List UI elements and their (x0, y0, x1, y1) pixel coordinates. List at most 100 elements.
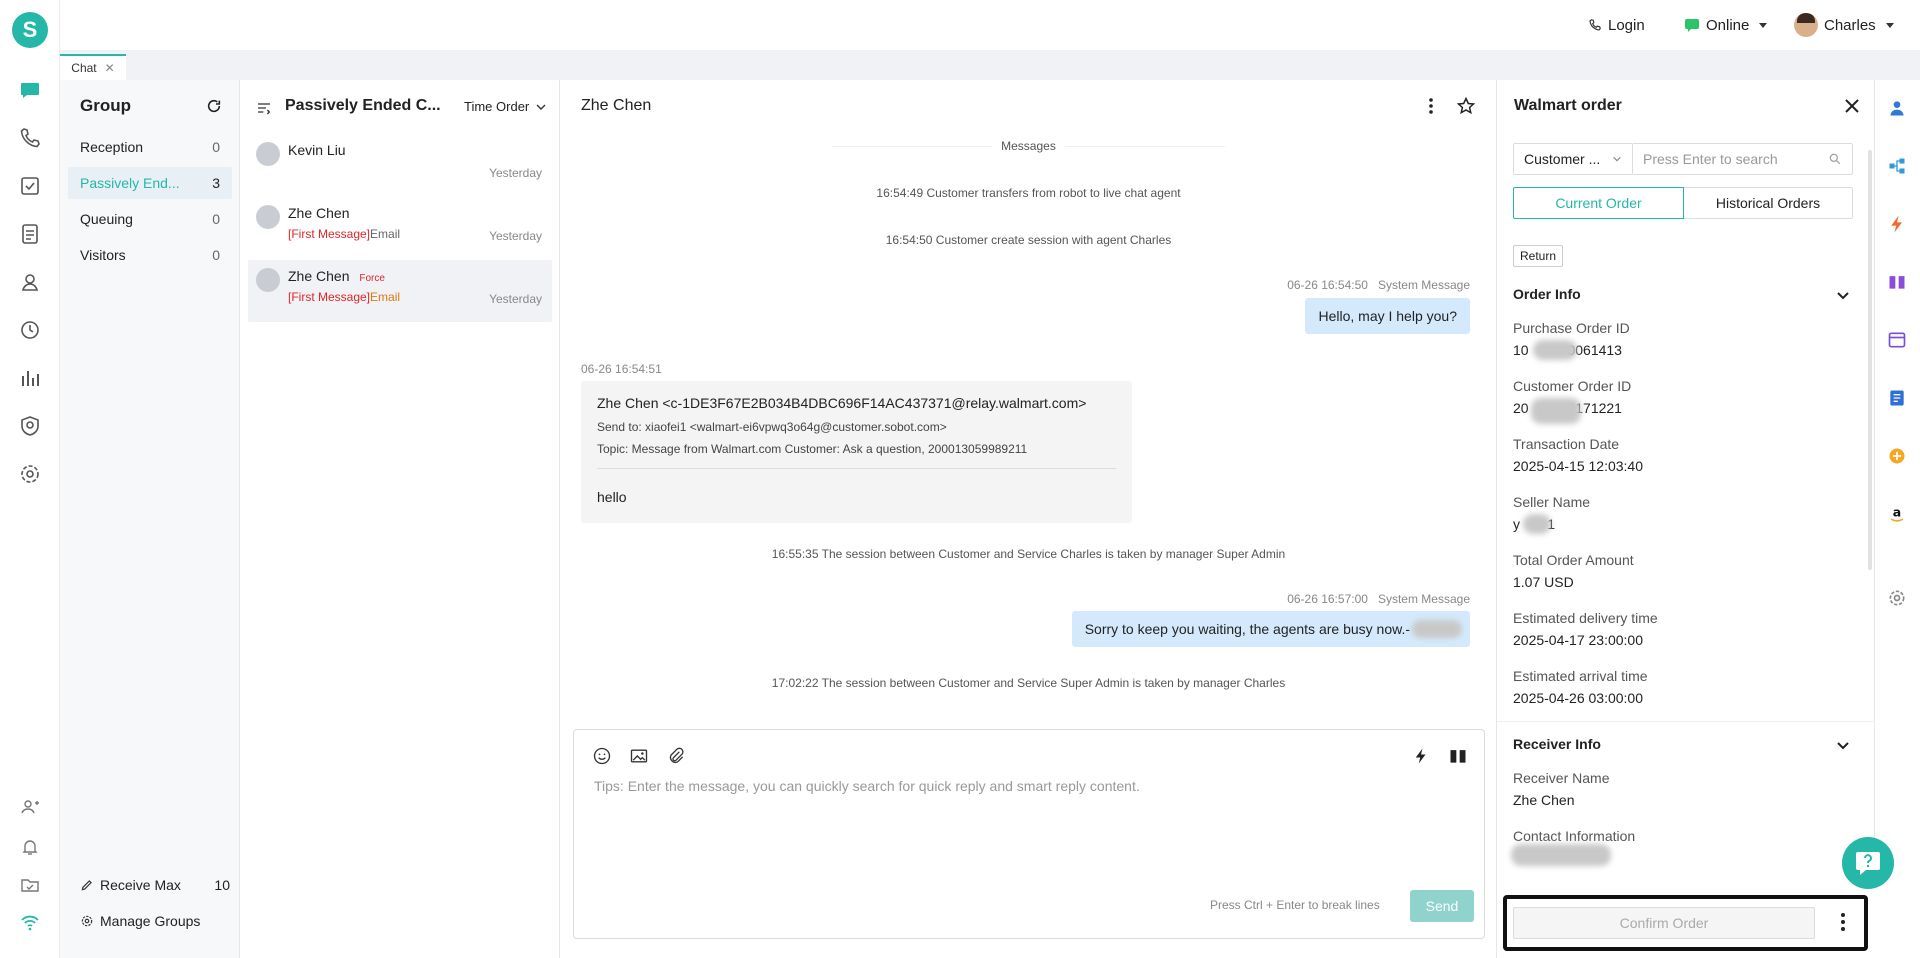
workflow-icon[interactable] (1887, 156, 1907, 176)
emoji-icon[interactable] (592, 746, 612, 766)
email-body: hello (597, 489, 627, 505)
notes-icon[interactable] (1887, 388, 1907, 408)
group-item-queuing[interactable]: Queuing 0 (68, 203, 232, 235)
search-icon (1828, 152, 1842, 166)
customer-filter-select[interactable]: Customer ... (1513, 143, 1633, 175)
first-message-tag: [First Message] (288, 227, 371, 241)
conversation-item[interactable]: Zhe Chen [First Message]Email Yesterday (248, 197, 552, 259)
order-search-input[interactable]: Press Enter to search (1633, 143, 1853, 175)
tab-historical-orders[interactable]: Historical Orders (1684, 187, 1853, 219)
wifi-icon (18, 910, 42, 934)
user-name: Charles (1824, 16, 1876, 34)
conversation-name: Zhe Chen (288, 205, 350, 221)
app-logo: S (12, 12, 48, 48)
visitor-avatar (256, 142, 280, 166)
conversation-preview: [First Message]Email (288, 290, 400, 304)
task-icon[interactable] (18, 174, 42, 198)
return-button[interactable]: Return (1513, 245, 1564, 267)
receive-max-label: Receive Max (100, 877, 181, 893)
status-dropdown[interactable]: Online (1684, 14, 1768, 36)
group-panel: Group Reception 0 Passively End... 3 Que… (60, 80, 240, 958)
manage-groups-button[interactable]: Manage Groups (80, 913, 200, 929)
email-from: Zhe Chen <c-1DE3F67E2B034B4DBC696F14AC43… (597, 395, 1087, 411)
chevron-down-icon[interactable] (1836, 289, 1850, 303)
group-item-visitors[interactable]: Visitors 0 (68, 239, 232, 271)
transfer-user-icon[interactable] (18, 795, 42, 819)
calendar-window-icon[interactable] (1887, 330, 1907, 350)
visitor-avatar (256, 205, 280, 229)
message-input[interactable]: Tips: Enter the message, you can quickly… (594, 778, 1464, 794)
system-notice: 17:02:22 The session between Customer an… (771, 676, 1286, 690)
system-notice: 16:54:50 Customer create session with ag… (885, 233, 1172, 247)
message-sender: System Message (1377, 592, 1470, 606)
chevron-down-icon (1612, 154, 1622, 164)
amazon-icon[interactable]: a (1887, 504, 1907, 524)
quick-reply-icon[interactable] (1412, 746, 1430, 766)
filter-list-icon[interactable] (256, 100, 272, 116)
chat-title: Zhe Chen (581, 97, 652, 114)
email-message-card: Zhe Chen <c-1DE3F67E2B034B4DBC696F14AC43… (581, 381, 1132, 523)
chevron-down-icon (1759, 22, 1768, 28)
conversation-item[interactable]: Kevin Liu Yesterday (248, 134, 552, 196)
settings-icon[interactable] (18, 462, 42, 486)
tab-chat[interactable]: Chat ✕ (60, 54, 126, 80)
receive-max-value: 10 (214, 877, 230, 893)
confirm-order-button[interactable]: Confirm Order (1513, 907, 1815, 939)
transaction-date: 2025-04-15 12:03:40 (1513, 458, 1643, 474)
order-panel-title: Walmart order (1514, 97, 1622, 114)
attachment-icon[interactable] (666, 746, 686, 766)
chat-icon[interactable] (18, 78, 42, 102)
message-composer: Tips: Enter the message, you can quickly… (573, 729, 1485, 939)
tab-current-order[interactable]: Current Order (1513, 187, 1684, 219)
conversation-item-selected[interactable]: Zhe Chen Force [First Message]Email Yest… (248, 260, 552, 322)
user-menu[interactable]: Charles (1794, 13, 1894, 37)
bell-icon[interactable] (18, 835, 42, 859)
conversation-name-row: Zhe Chen Force (288, 268, 385, 284)
star-icon[interactable] (1456, 96, 1476, 116)
more-vertical-icon[interactable] (1423, 96, 1439, 116)
history-icon[interactable] (18, 318, 42, 342)
group-item-label: Queuing (80, 211, 133, 227)
sort-dropdown[interactable]: Time Order (464, 99, 547, 114)
top-bar: Login Online Charles (60, 0, 1920, 50)
phone-icon[interactable] (18, 126, 42, 150)
image-icon[interactable] (629, 746, 649, 766)
send-button[interactable]: Send (1410, 890, 1474, 922)
group-item-reception[interactable]: Reception 0 (68, 131, 232, 163)
more-vertical-icon[interactable] (1837, 911, 1849, 933)
customer-profile-icon[interactable] (1887, 98, 1907, 118)
close-icon[interactable]: ✕ (105, 61, 115, 75)
close-icon[interactable] (1843, 97, 1861, 115)
scrollbar[interactable] (1868, 150, 1872, 570)
help-chat-button[interactable] (1842, 837, 1894, 889)
document-icon[interactable] (18, 222, 42, 246)
contacts-icon[interactable] (18, 270, 42, 294)
integration-icon[interactable] (1887, 446, 1907, 466)
message-meta: 06-26 16:54:50 System Message (1287, 278, 1470, 292)
statistics-icon[interactable] (18, 366, 42, 390)
knowledge-book-icon[interactable] (1887, 272, 1907, 292)
folder-icon[interactable] (18, 873, 42, 897)
channel-label: Email (370, 290, 401, 304)
gear-icon[interactable] (1887, 588, 1907, 608)
field-label: Total Order Amount (1513, 552, 1634, 568)
login-button[interactable]: Login (1588, 14, 1645, 36)
order-info-title: Order Info (1513, 286, 1581, 302)
group-item-passively-ended[interactable]: Passively End... 3 (68, 167, 232, 199)
svg-text:a: a (1893, 505, 1901, 520)
gear-icon (80, 914, 94, 928)
quality-icon[interactable] (18, 414, 42, 438)
message-time: 06-26 16:54:50 (1287, 278, 1368, 292)
total-order-amount: 1.07 USD (1513, 574, 1574, 590)
lightning-icon[interactable] (1887, 214, 1907, 234)
manage-groups-label: Manage Groups (100, 913, 201, 929)
group-item-count: 0 (212, 211, 220, 227)
system-notice: 16:54:49 Customer transfers from robot t… (876, 186, 1181, 200)
knowledge-book-icon[interactable] (1448, 746, 1468, 766)
message-time: 06-26 16:54:51 (581, 362, 662, 376)
refresh-icon[interactable] (206, 98, 222, 114)
email-topic: Topic: Message from Walmart.com Customer… (597, 442, 1028, 456)
receive-max-control[interactable]: Receive Max 10 (80, 877, 230, 893)
search-placeholder: Press Enter to search (1643, 151, 1778, 167)
chevron-down-icon[interactable] (1836, 739, 1850, 753)
